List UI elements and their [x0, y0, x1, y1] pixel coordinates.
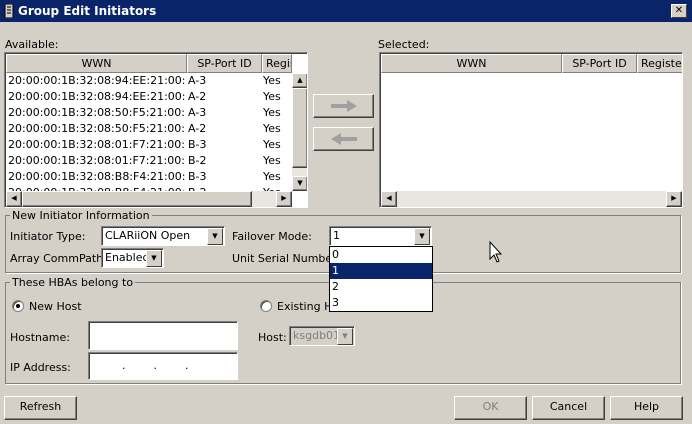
new-initiator-legend: New Initiator Information [10, 209, 152, 222]
table-row[interactable]: 20:00:00:1B:32:08:B8:F4:21:00:... B-3 Yes [6, 169, 292, 185]
wwn-cell: 20:00:00:1B:32:08:94:EE:21:00:... [8, 90, 186, 103]
column-header-sp-port-id[interactable]: SP-Port ID [187, 54, 262, 73]
selected-hscrollbar[interactable]: ◀ ▶ [381, 191, 682, 207]
arrow-left-icon [330, 133, 357, 145]
array-commpath-label: Array CommPath: [10, 252, 107, 265]
scroll-right-icon[interactable]: ▶ [666, 191, 682, 207]
wwn-cell: 20:00:00:1B:32:08:94:EE:21:00:... [8, 74, 186, 87]
registered-cell: Yes [263, 170, 281, 183]
failover-mode-dropdown-list[interactable]: 0123 [329, 246, 433, 312]
wwn-cell: 20:00:00:1B:32:08:50:F5:21:00:... [8, 122, 186, 135]
arrow-right-icon [330, 100, 357, 112]
ip-address-input[interactable]: . . . [88, 352, 238, 380]
failover-option[interactable]: 1 [330, 263, 432, 279]
table-row[interactable]: 20:00:00:1B:32:08:94:EE:21:00:... A-3 Yes [6, 73, 292, 89]
table-row[interactable]: 20:00:00:1B:32:08:50:F5:21:00:... A-3 Yes [6, 105, 292, 121]
table-row[interactable]: 20:00:00:1B:32:08:50:F5:21:00:... A-2 Yes [6, 121, 292, 137]
registered-cell: Yes [263, 154, 281, 167]
hostname-label: Hostname: [10, 331, 70, 344]
initiator-type-label: Initiator Type: [10, 230, 86, 243]
wwn-cell: 20:00:00:1B:32:08:B8:F4:21:00:... [8, 170, 186, 183]
table-row[interactable]: 20:00:00:1B:32:08:94:EE:21:00:... A-2 Yes [6, 89, 292, 105]
ip-address-label: IP Address: [10, 361, 71, 374]
cancel-button[interactable]: Cancel [532, 396, 605, 420]
column-header-sp-port-id[interactable]: SP-Port ID [562, 54, 637, 73]
radio-selected-dot [16, 304, 20, 308]
help-button[interactable]: Help [610, 396, 683, 420]
available-vscrollbar[interactable]: ▲ ▼ [292, 73, 307, 191]
sp-port-id-cell: A-3 [188, 74, 207, 87]
host-select: ksgdb01 ▼ [289, 326, 355, 346]
existing-host-radio[interactable] [260, 300, 272, 312]
sp-port-id-cell: B-3 [188, 138, 207, 151]
sp-port-id-cell: B-2 [188, 154, 207, 167]
column-header-registered[interactable]: Registere [637, 54, 682, 73]
refresh-button[interactable]: Refresh [4, 396, 77, 420]
chevron-down-icon[interactable]: ▼ [146, 250, 162, 267]
available-label: Available: [5, 38, 59, 51]
mouse-cursor-icon [489, 241, 503, 263]
selected-table[interactable]: WWN SP-Port ID Registere ◀ ▶ [379, 52, 683, 208]
sp-port-id-cell: A-2 [188, 122, 207, 135]
failover-mode-value: 1 [333, 229, 340, 242]
new-host-radio[interactable] [12, 300, 24, 312]
hbas-legend: These HBAs belong to [10, 276, 136, 289]
failover-option[interactable]: 3 [330, 295, 432, 311]
window-title: Group Edit Initiators [18, 4, 157, 18]
registered-cell: Yes [263, 122, 281, 135]
chevron-down-icon: ▼ [337, 328, 353, 345]
registered-cell: Yes [263, 106, 281, 119]
wwn-cell: 20:00:00:1B:32:08:01:F7:21:00:... [8, 138, 186, 151]
failover-mode-label: Failover Mode: [232, 230, 312, 243]
column-header-wwn[interactable]: WWN [381, 54, 562, 73]
failover-option[interactable]: 0 [330, 247, 432, 263]
chevron-down-icon[interactable]: ▼ [414, 228, 430, 245]
column-header-wwn[interactable]: WWN [6, 54, 187, 73]
registered-cell: Yes [263, 138, 281, 151]
initiator-type-select[interactable]: CLARiiON Open ▼ [101, 226, 225, 246]
sp-port-id-cell: B-3 [188, 170, 207, 183]
scroll-right-icon[interactable]: ▶ [276, 191, 292, 207]
table-row[interactable]: 20:00:00:1B:32:08:01:F7:21:00:... B-3 Yes [6, 137, 292, 153]
remove-button[interactable] [313, 127, 374, 151]
initiator-type-value: CLARiiON Open [105, 229, 191, 242]
close-icon: ✕ [674, 5, 684, 16]
registered-cell: Yes [263, 90, 281, 103]
scroll-up-icon[interactable]: ▲ [292, 73, 307, 88]
sp-port-id-cell: A-3 [188, 106, 207, 119]
title-bar: Group Edit Initiators ✕ [0, 0, 692, 22]
selected-label: Selected: [378, 38, 430, 51]
host-label: Host: [258, 331, 287, 344]
available-hscrollbar[interactable]: ◀ ▶ [6, 191, 292, 207]
chevron-down-icon[interactable]: ▼ [207, 228, 223, 245]
new-host-label[interactable]: New Host [29, 300, 82, 313]
scroll-thumb[interactable] [292, 88, 307, 168]
scroll-left-icon[interactable]: ◀ [6, 191, 22, 207]
failover-mode-select[interactable]: 1 ▼ [329, 226, 432, 246]
ok-button: OK [454, 396, 527, 420]
ip-address-value: . . . [122, 359, 189, 372]
scroll-down-icon[interactable]: ▼ [292, 176, 307, 191]
registered-cell: Yes [263, 74, 281, 87]
array-commpath-select[interactable]: Enabled ▼ [101, 248, 164, 268]
wwn-cell: 20:00:00:1B:32:08:50:F5:21:00:... [8, 106, 186, 119]
add-button[interactable] [313, 94, 374, 118]
available-table[interactable]: WWN SP-Port ID Regis 20:00:00:1B:32:08:9… [4, 52, 308, 208]
scroll-left-icon[interactable]: ◀ [381, 191, 397, 207]
app-icon [4, 4, 14, 18]
unit-serial-number-label: Unit Serial Number: [232, 252, 341, 265]
table-row[interactable]: 20:00:00:1B:32:08:01:F7:21:00:... B-2 Yes [6, 153, 292, 169]
array-commpath-value: Enabled [105, 251, 150, 264]
hscroll-thumb[interactable] [22, 191, 252, 207]
column-header-registered[interactable]: Regis [262, 54, 292, 73]
host-value: ksgdb01 [293, 329, 341, 342]
sp-port-id-cell: A-2 [188, 90, 207, 103]
hostname-input[interactable] [88, 321, 238, 350]
available-rows: 20:00:00:1B:32:08:94:EE:21:00:... A-3 Yes 2… [6, 73, 292, 191]
failover-option[interactable]: 2 [330, 279, 432, 295]
close-button[interactable]: ✕ [671, 4, 687, 18]
wwn-cell: 20:00:00:1B:32:08:01:F7:21:00:... [8, 154, 186, 167]
